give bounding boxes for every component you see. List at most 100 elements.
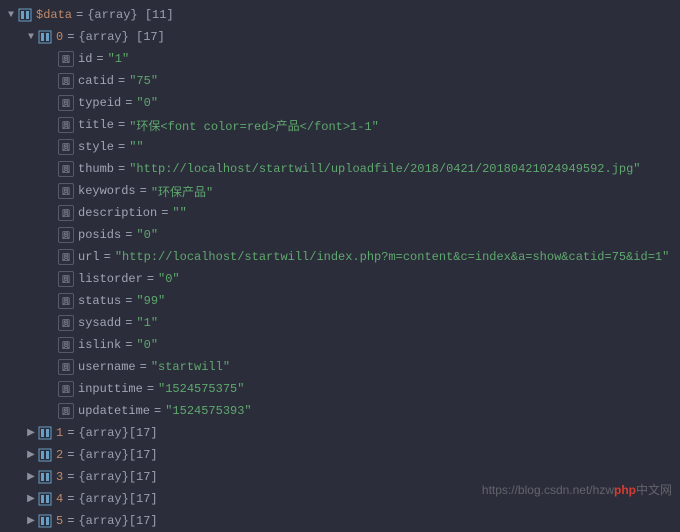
key-name: 0 xyxy=(56,30,63,44)
field-key: description xyxy=(78,206,157,220)
equals: = xyxy=(157,206,172,220)
array-icon xyxy=(38,470,52,484)
field-value: "环保<font color=red>产品</font>1-1" xyxy=(129,117,379,134)
equals: = xyxy=(114,74,129,88)
string-icon: 圆 xyxy=(58,403,74,419)
tree-row-field[interactable]: 圆typeid="0" xyxy=(6,92,680,114)
equals: = xyxy=(63,448,78,462)
tree-row-field[interactable]: 圆 title="环保<font color=red>产品</font>1-1" xyxy=(6,114,680,136)
equals: = xyxy=(63,470,78,484)
tree-row-sibling[interactable]: ▶3={array} [17] xyxy=(6,466,680,488)
equals: = xyxy=(121,294,136,308)
tree-row-root[interactable]: ▼ $data = {array} [11] xyxy=(6,4,680,26)
string-icon: 圆 xyxy=(58,271,74,287)
equals: = xyxy=(100,250,115,264)
debug-tree: ▼ $data = {array} [11] ▼ 0 = {array} [17… xyxy=(0,0,680,532)
caret-right-icon[interactable]: ▶ xyxy=(26,515,36,527)
caret-right-icon[interactable]: ▶ xyxy=(26,493,36,505)
tree-row-field[interactable]: 圆username="startwill" xyxy=(6,356,680,378)
type-label: {array} xyxy=(78,448,128,462)
field-value: "1524575375" xyxy=(158,382,244,396)
array-icon xyxy=(38,30,52,44)
tree-row-field[interactable]: 圆catid="75" xyxy=(6,70,680,92)
string-icon: 圆 xyxy=(58,95,74,111)
equals: = xyxy=(136,184,151,198)
string-icon: 圆 xyxy=(58,117,74,133)
string-icon: 圆 xyxy=(58,381,74,397)
field-value: "1" xyxy=(108,52,130,66)
equals: = xyxy=(143,382,158,396)
tree-row-field[interactable]: 圆thumb="http://localhost/startwill/uploa… xyxy=(6,158,680,180)
field-value: "0" xyxy=(158,272,180,286)
array-icon xyxy=(38,514,52,528)
tree-row-sibling[interactable]: ▶5={array} [17] xyxy=(6,510,680,532)
caret-right-icon[interactable]: ▶ xyxy=(26,427,36,439)
key-name: 1 xyxy=(56,426,63,440)
string-icon: 圆 xyxy=(58,227,74,243)
string-icon: 圆 xyxy=(58,293,74,309)
caret-down-icon[interactable]: ▼ xyxy=(6,10,16,21)
field-value: "1524575393" xyxy=(165,404,251,418)
equals: = xyxy=(114,162,129,176)
equals: = xyxy=(150,404,165,418)
field-value: "环保产品" xyxy=(151,183,213,200)
equals: = xyxy=(121,96,136,110)
equals: = xyxy=(72,8,87,22)
string-icon: 圆 xyxy=(58,183,74,199)
string-icon: 圆 xyxy=(58,161,74,177)
equals: = xyxy=(63,30,78,44)
tree-row-field[interactable]: 圆sysadd="1" xyxy=(6,312,680,334)
equals: = xyxy=(114,118,129,132)
field-key: listorder xyxy=(78,272,143,286)
equals: = xyxy=(121,316,136,330)
field-key: thumb xyxy=(78,162,114,176)
field-key: posids xyxy=(78,228,121,242)
tree-row-field[interactable]: 圆 islink="0" xyxy=(6,334,680,356)
array-icon xyxy=(38,448,52,462)
field-key: id xyxy=(78,52,92,66)
field-value: "99" xyxy=(136,294,165,308)
field-key: url xyxy=(78,250,100,264)
equals: = xyxy=(121,228,136,242)
tree-row-field[interactable]: 圆 updatetime="1524575393" xyxy=(6,400,680,422)
tree-row-field[interactable]: 圆inputtime="1524575375" xyxy=(6,378,680,400)
tree-row-field[interactable]: 圆url="http://localhost/startwill/index.p… xyxy=(6,246,680,268)
field-key: typeid xyxy=(78,96,121,110)
tree-row-field[interactable]: 圆style="" xyxy=(6,136,680,158)
caret-down-icon[interactable]: ▼ xyxy=(26,32,36,43)
field-key: style xyxy=(78,140,114,154)
equals: = xyxy=(121,338,136,352)
tree-row-sibling[interactable]: ▶4={array} [17] xyxy=(6,488,680,510)
tree-row-field[interactable]: 圆 posids="0" xyxy=(6,224,680,246)
field-key: islink xyxy=(78,338,121,352)
tree-row-field[interactable]: 圆id="1" xyxy=(6,48,680,70)
string-icon: 圆 xyxy=(58,139,74,155)
tree-row-field[interactable]: 圆keywords="环保产品" xyxy=(6,180,680,202)
key-name: 2 xyxy=(56,448,63,462)
field-key: title xyxy=(78,118,114,132)
field-value: "" xyxy=(129,140,143,154)
type-label: {array} xyxy=(78,30,128,44)
type-label: {array} xyxy=(78,470,128,484)
field-value: "0" xyxy=(136,228,158,242)
field-key: updatetime xyxy=(78,404,150,418)
tree-row-field[interactable]: 圆 description="" xyxy=(6,202,680,224)
tree-row-sibling[interactable]: ▶2={array} [17] xyxy=(6,444,680,466)
string-icon: 圆 xyxy=(58,337,74,353)
caret-right-icon[interactable]: ▶ xyxy=(26,471,36,483)
field-value: "0" xyxy=(136,338,158,352)
tree-row-field[interactable]: 圆listorder="0" xyxy=(6,268,680,290)
tree-row-sibling[interactable]: ▶1={array} [17] xyxy=(6,422,680,444)
tree-row-field[interactable]: 圆status="99" xyxy=(6,290,680,312)
equals: = xyxy=(63,426,78,440)
key-name: 3 xyxy=(56,470,63,484)
equals: = xyxy=(136,360,151,374)
count-label: [17] xyxy=(129,514,158,528)
string-icon: 圆 xyxy=(58,205,74,221)
field-value: "" xyxy=(172,206,186,220)
caret-right-icon[interactable]: ▶ xyxy=(26,449,36,461)
string-icon: 圆 xyxy=(58,73,74,89)
tree-row-0[interactable]: ▼ 0 = {array} [17] xyxy=(6,26,680,48)
key-name: 5 xyxy=(56,514,63,528)
count-label: [17] xyxy=(129,426,158,440)
